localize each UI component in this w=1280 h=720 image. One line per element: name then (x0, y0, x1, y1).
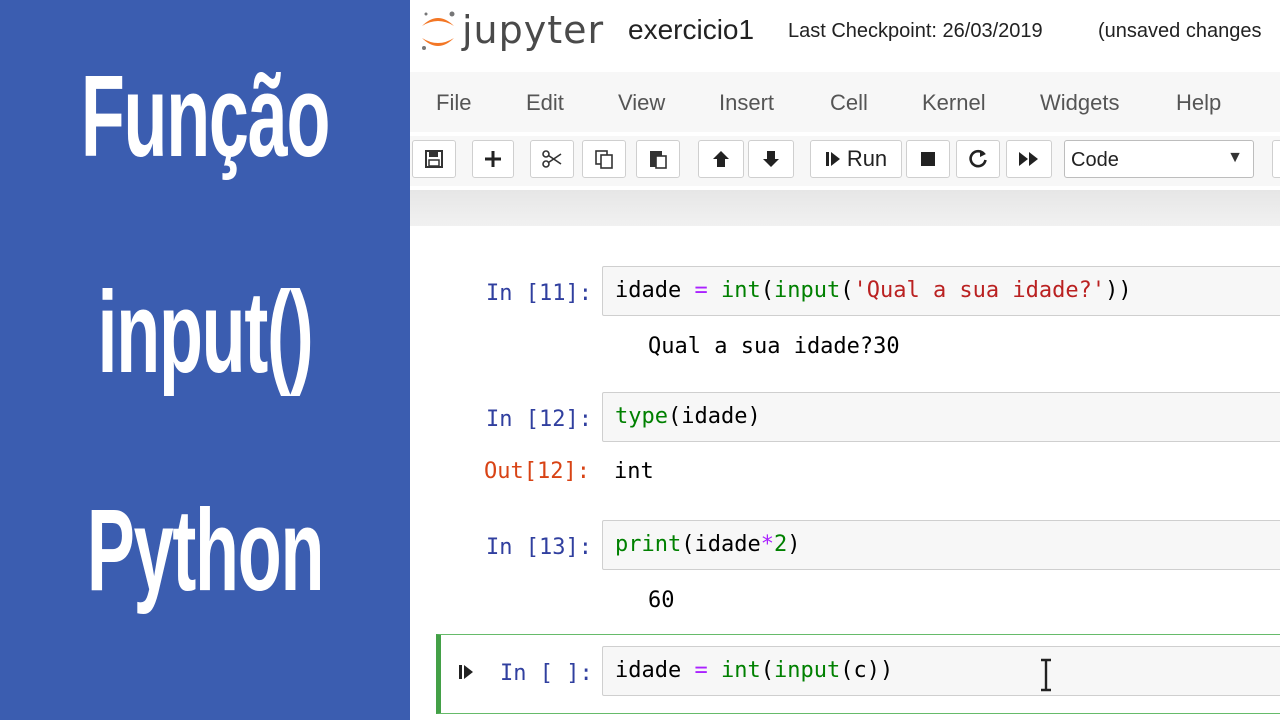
restart-button[interactable] (956, 140, 1000, 178)
cell-new-code: idade = int(input(c)) (615, 658, 894, 683)
cut-button[interactable] (530, 140, 574, 178)
cell-11-input[interactable]: idade = int(input('Qual a sua idade?')) (602, 266, 1280, 316)
menubar: File Edit View Insert Cell Kernel Widget… (410, 72, 1280, 132)
run-button[interactable]: Run (810, 140, 902, 178)
last-checkpoint: Last Checkpoint: 26/03/2019 (788, 20, 1043, 42)
cell-12-out-prompt: Out[12]: (484, 459, 590, 484)
menu-cell[interactable]: Cell (830, 90, 868, 116)
cell-12-code: type(idade) (615, 404, 761, 429)
cell-12-output: int (614, 459, 654, 484)
restart-run-all-button[interactable] (1006, 140, 1052, 178)
title-word-python: Python (86, 485, 325, 615)
cell-new-prompt: In [ ]: (500, 661, 593, 686)
jupyter-notebook: jupyter exercicio1 Last Checkpoint: 26/0… (410, 0, 1280, 720)
cell-11-prompt: In [11]: (486, 281, 592, 306)
run-icon (825, 152, 840, 166)
interrupt-button[interactable] (906, 140, 950, 178)
unsaved-changes: (unsaved changes (1098, 20, 1262, 42)
save-button[interactable] (412, 140, 456, 178)
menu-help[interactable]: Help (1176, 90, 1221, 116)
cell-13-input[interactable]: print(idade*2) (602, 520, 1280, 570)
menu-widgets[interactable]: Widgets (1040, 90, 1119, 116)
cell-11-output: Qual a sua idade?30 (648, 334, 900, 359)
cell-11-code: idade = int(input('Qual a sua idade?')) (615, 278, 1132, 303)
run-label: Run (846, 146, 888, 171)
title-word-input: input() (97, 267, 314, 397)
copy-icon (595, 150, 613, 169)
jupyter-logo-icon[interactable] (418, 8, 458, 54)
notebook-header-separator (410, 190, 1280, 226)
copy-button[interactable] (582, 140, 626, 178)
menu-edit[interactable]: Edit (526, 90, 564, 116)
cell-13-output: 60 (648, 588, 675, 613)
move-down-button[interactable] (748, 140, 794, 178)
fast-forward-icon (1019, 152, 1038, 166)
cell-12-prompt: In [12]: (486, 407, 592, 432)
cell-13-code: print(idade*2) (615, 532, 801, 557)
cell-13-prompt: In [13]: (486, 535, 592, 560)
scissors-icon (542, 150, 562, 168)
arrow-up-icon (713, 151, 729, 167)
arrow-down-icon (763, 151, 779, 167)
notebook-name[interactable]: exercicio1 (628, 14, 754, 46)
toolbar-button-partial[interactable] (1272, 140, 1280, 178)
menu-view[interactable]: View (618, 90, 665, 116)
text-cursor-icon (1041, 658, 1051, 692)
move-up-button[interactable] (698, 140, 744, 178)
dropdown-caret-icon: ▼ (1227, 149, 1243, 166)
cell-new-input[interactable]: idade = int(input(c)) (602, 646, 1280, 696)
cell-12-input[interactable]: type(idade) (602, 392, 1280, 442)
cell-type-select[interactable]: Code ▼ (1064, 140, 1254, 178)
menu-kernel[interactable]: Kernel (922, 90, 986, 116)
toolbar: Run Code ▼ (410, 136, 1280, 186)
cell-type-value: Code (1071, 149, 1119, 171)
paste-button[interactable] (636, 140, 680, 178)
restart-icon (969, 149, 987, 168)
menu-insert[interactable]: Insert (719, 90, 774, 116)
notebook-header: jupyter exercicio1 Last Checkpoint: 26/0… (410, 0, 1280, 64)
paste-icon (650, 151, 667, 169)
title-panel: Função input() Python (0, 0, 410, 720)
title-word-funcao: Função (80, 51, 331, 181)
insert-cell-button[interactable] (472, 140, 514, 178)
save-icon (425, 150, 443, 168)
run-cell-icon[interactable] (458, 662, 474, 682)
menu-file[interactable]: File (436, 90, 471, 116)
stop-icon (921, 152, 935, 166)
jupyter-logo-text[interactable]: jupyter (462, 8, 604, 52)
plus-icon (485, 151, 501, 167)
